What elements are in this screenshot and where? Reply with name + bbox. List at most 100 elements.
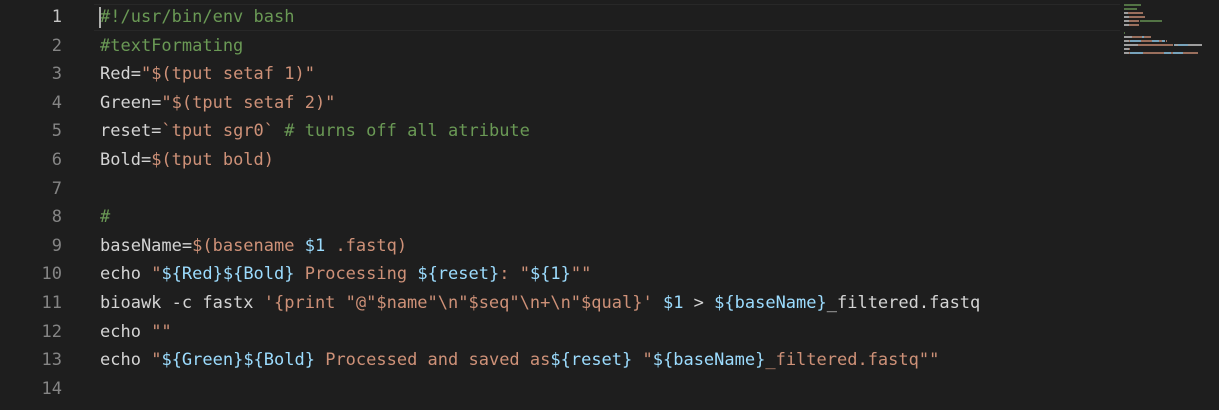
minimap-line [1163,52,1171,54]
minimap-line [1124,44,1139,46]
code-text[interactable]: baseName=$(basename $1 .fastq) [100,232,407,261]
code-token: # [100,207,111,228]
code-token: ${reset} [550,350,633,371]
line-number: 7 [51,178,62,199]
minimap-line [1178,44,1188,46]
code-line[interactable]: 11 bioawk -c fastx '{print "@"$name"\n"$s… [0,289,1120,318]
code-token: " [632,350,653,371]
code-token: echo [100,350,152,371]
code-line[interactable]: 6 Bold=$(tput bold) [0,146,1120,175]
code-text[interactable]: echo "${Red}${Bold} Processing ${reset}:… [100,260,591,289]
code-token: $(basename [192,235,305,256]
code-line[interactable]: 3 Red="$(tput setaf 1)" [0,60,1120,89]
code-token: .fastq) [325,235,408,256]
code-token: ${Green}${Bold} [161,350,315,371]
code-line[interactable]: 9 baseName=$(basename $1 .fastq) [0,232,1120,261]
code-token: # turns off all atribute [284,121,530,142]
code-text[interactable]: #textFormating [100,32,243,61]
code-token: Green= [100,92,162,113]
code-line[interactable]: 1 #!/usr/bin/env bash [0,3,1120,32]
code-line[interactable]: 7 [0,175,1120,204]
code-token: "" [570,264,592,285]
line-number: 12 [41,321,62,342]
code-token: ${Red}${Bold} [161,264,295,285]
code-token: > [683,293,715,313]
minimap-line [1140,20,1162,22]
code-token: Processed and saved as [314,350,551,371]
minimap[interactable] [1124,4,1219,64]
line-number: 5 [51,121,62,142]
code-line[interactable]: 8 # [0,203,1120,232]
code-line[interactable]: 14 [0,375,1120,404]
code-line[interactable]: 4 Green="$(tput setaf 2)" [0,89,1120,118]
code-token: ${reset} [417,264,500,285]
code-line[interactable]: 2 #textFormating [0,32,1120,61]
code-editor[interactable]: 1 #!/usr/bin/env bash 2 #textFormating 3 Red=… [0,0,1219,410]
minimap-line [1128,24,1140,26]
text-cursor [99,7,101,28]
minimap-line [1143,52,1164,54]
minimap-line [1132,36,1142,38]
code-token: #!/usr/bin/env bash [100,7,295,27]
line-number: 10 [41,264,62,285]
line-number: 13 [41,350,62,371]
minimap-line [1152,40,1160,42]
code-text[interactable]: # [100,203,110,232]
code-line[interactable]: 10 echo "${Red}${Bold} Processing ${reset… [0,260,1120,289]
code-text[interactable]: reset=`tput sgr0` # turns off all atribu… [100,117,530,146]
code-token: $1 [662,293,684,313]
code-text[interactable]: Red="$(tput setaf 1)" [100,60,315,89]
line-number: 2 [51,35,62,56]
minimap-line [1124,8,1137,10]
code-text[interactable]: #!/usr/bin/env bash [100,3,294,32]
minimap-line [1129,52,1143,54]
minimap-line [1138,44,1173,46]
code-token: bioawk -c fastx [100,293,264,313]
code-token: ${1} [529,264,571,285]
line-number: 8 [51,207,62,228]
code-text[interactable]: Bold=$(tput bold) [100,146,274,175]
code-text[interactable]: echo "${Green}${Bold} Processed and save… [100,346,939,375]
code-token: "$(tput setaf 1)" [140,64,315,85]
code-line[interactable]: 5 reset=`tput sgr0` # turns off all atrib… [0,117,1120,146]
code-token: Processing [294,264,418,285]
line-number: 1 [51,7,62,27]
minimap-line [1172,52,1183,54]
code-token: echo [100,264,152,285]
code-line[interactable]: 13 echo "${Green}${Bold} Processed and sa… [0,346,1120,375]
code-token: baseName= [100,235,193,256]
code-token: "$(tput setaf 2)" [161,92,336,113]
code-line[interactable]: 12 echo "" [0,318,1120,347]
code-token: #textFormating [100,35,244,56]
code-text[interactable]: Green="$(tput setaf 2)" [100,89,335,118]
code-token: " [151,350,162,371]
line-number: 9 [51,235,62,256]
code-token: '{print "@"$name"\n"$seq"\n+\n"$qual}' [263,293,653,313]
minimap-line [1141,40,1152,42]
code-token: $1 [304,235,326,256]
minimap-line [1124,4,1142,6]
minimap-line [1128,48,1131,50]
minimap-line [1165,40,1168,42]
code-token: Bold= [100,150,152,170]
line-number: 4 [51,92,62,113]
minimap-line [1124,32,1125,34]
code-token: echo [100,321,152,342]
minimap-line [1129,16,1145,18]
minimap-line [1143,36,1151,38]
minimap-line [1188,44,1202,46]
code-text[interactable]: bioawk -c fastx '{print "@"$name"\n"$seq… [100,289,980,318]
minimap-line [1129,20,1140,22]
code-text[interactable]: echo "" [100,318,172,347]
line-number: 3 [51,64,62,85]
code-token: ${baseName} [652,350,766,371]
line-number: 6 [51,150,62,170]
code-token: "" [151,321,172,342]
minimap-line [1182,52,1198,54]
code-token: ${baseName} [714,293,827,313]
code-token: _filtered.fastq [826,293,981,313]
line-number: 11 [41,293,62,313]
code-token: reset= [100,121,162,142]
